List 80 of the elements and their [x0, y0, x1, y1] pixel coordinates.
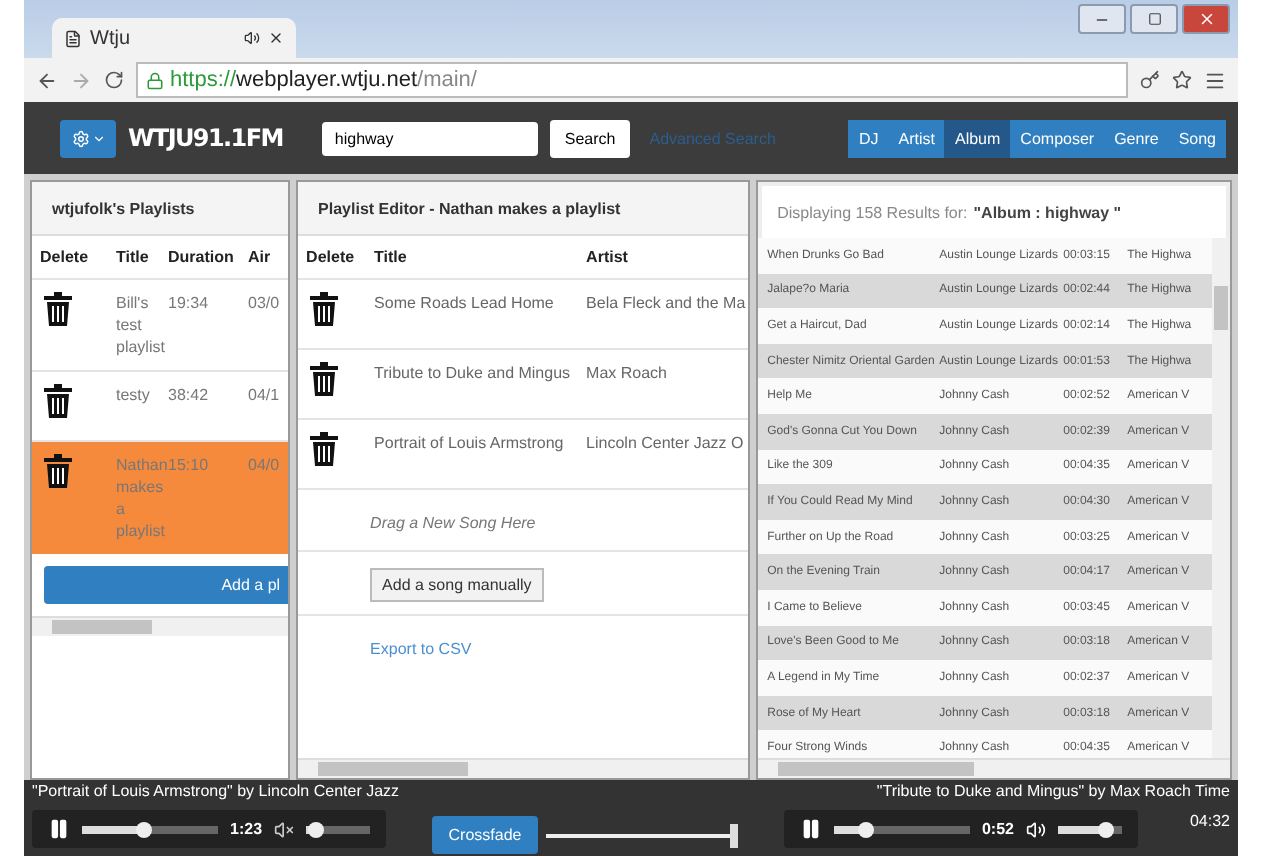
maximize-button[interactable]: [1130, 4, 1178, 34]
tab-title: Wtju: [90, 27, 132, 49]
pause-icon: [48, 818, 70, 840]
slider-track[interactable]: [833, 821, 970, 837]
table-cell-text: Lincoln Center Jazz O: [584, 432, 746, 456]
close-button[interactable]: [1182, 4, 1230, 34]
maximize-icon: [1147, 12, 1161, 26]
now-playing-caption: "Portrait of Louis Armstrong" by Lincoln Center Jazz: [32, 782, 400, 800]
table-cell-text: Bill's test playlist: [114, 292, 160, 358]
trash-icon[interactable]: [310, 432, 339, 466]
column-header: Delete: [304, 246, 357, 270]
horizontal-scrollbar[interactable]: [298, 758, 748, 778]
table-cell-text: testy: [114, 384, 152, 408]
filter-tab[interactable]: Artist: [888, 119, 945, 157]
settings-icon: [71, 129, 89, 147]
star-icon: [1172, 70, 1192, 90]
table-cell-text: 04/0: [246, 454, 282, 478]
horizontal-scrollbar[interactable]: [757, 758, 1230, 778]
slider-thumb[interactable]: [857, 821, 874, 837]
table-cell-text: 03/0: [246, 292, 282, 316]
table-cell-text: Max Roach: [584, 362, 670, 386]
settings-button[interactable]: [60, 119, 116, 157]
crossfade-button[interactable]: Crossfade: [432, 816, 538, 854]
key-icon: [1140, 70, 1160, 90]
reload-icon: [104, 70, 124, 90]
slider-thumb[interactable]: [308, 821, 325, 837]
address-bar[interactable]: https://webplayer.wtju.net/main/: [136, 62, 1128, 98]
horizontal-scrollbar[interactable]: [32, 616, 289, 636]
column-header: Title: [372, 246, 409, 270]
drop-hint: Drag a New Song Here: [370, 514, 536, 532]
slider-thumb[interactable]: [135, 821, 152, 837]
trash-icon[interactable]: [44, 454, 72, 488]
table-cell-text: 38:42: [166, 384, 211, 408]
panel-title: wtjufolk's Playlists: [32, 182, 289, 236]
trash-icon[interactable]: [44, 292, 72, 326]
trash-icon[interactable]: [310, 362, 339, 396]
time-remaining: 04:32: [1189, 812, 1230, 830]
filter-tab[interactable]: Album: [944, 119, 1011, 157]
trash-icon[interactable]: [310, 292, 339, 326]
search-field[interactable]: highway: [322, 121, 539, 155]
add-playlist-button[interactable]: Add a pl: [44, 566, 289, 604]
slider-track[interactable]: [82, 821, 218, 837]
elapsed-time: 1:23: [230, 820, 263, 838]
table-cell-text: Portrait of Louis Armstrong: [372, 432, 566, 456]
now-playing-caption: "Tribute to Duke and Mingus" by Max Roach Time: [876, 782, 1230, 800]
panel-title: Playlist Editor - Nathan makes a playlist: [298, 182, 748, 236]
trash-icon[interactable]: [44, 384, 72, 418]
close-icon: [1197, 10, 1215, 28]
column-header: Artist: [584, 246, 630, 270]
menu-icon: [1204, 69, 1226, 91]
filter-tab[interactable]: Composer: [1010, 119, 1105, 157]
slider-thumb[interactable]: [1098, 821, 1115, 837]
column-header: Air: [246, 246, 273, 270]
filter-tab[interactable]: DJ: [848, 119, 889, 157]
column-header: Delete: [38, 246, 91, 270]
back-icon: [36, 69, 58, 91]
table-cell-text: Tribute to Duke and Mingus: [372, 362, 573, 386]
elapsed-time: 0:52: [981, 820, 1014, 838]
export-link[interactable]: Export to CSV: [370, 640, 472, 658]
slider-track[interactable]: [306, 821, 371, 837]
browser-tab[interactable]: Wtju: [52, 18, 296, 58]
caret-icon: [91, 131, 105, 145]
column-header: Title: [114, 246, 151, 270]
filter-tab[interactable]: Genre: [1104, 119, 1169, 157]
column-header: Duration: [166, 246, 236, 270]
table-cell-text: Bela Fleck and the Ma: [584, 292, 748, 316]
lock-icon: [146, 71, 164, 89]
table-cell-text: Some Roads Lead Home: [372, 292, 556, 316]
forward-icon: [70, 69, 92, 91]
add-song-button[interactable]: Add a song manually: [370, 568, 544, 602]
filter-tab[interactable]: Song: [1168, 119, 1226, 157]
close-icon: [268, 30, 284, 46]
speaker-icon: [244, 30, 260, 46]
results-summary: Displaying 158 Results for: "Album : highway ": [761, 186, 1226, 238]
page-icon: [64, 29, 82, 47]
pause-icon: [799, 818, 822, 840]
url-text: https://webplayer.wtju.net/main/: [170, 68, 477, 92]
table-cell-text: 04/1: [246, 384, 282, 408]
station-logo: WTJU91.1FM: [128, 124, 283, 152]
search-button[interactable]: Search: [550, 119, 630, 157]
